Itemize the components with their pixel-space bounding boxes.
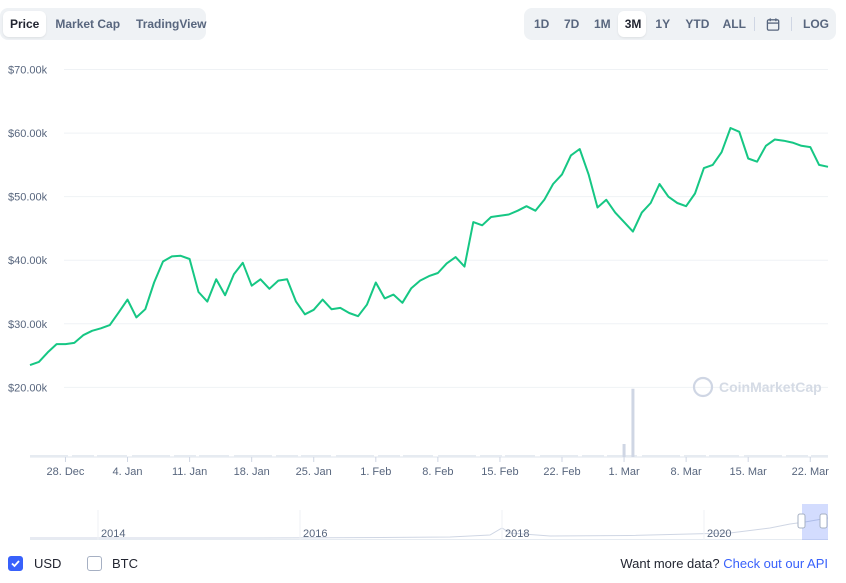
- check-icon: [11, 560, 20, 568]
- more-data-question: Want more data?: [620, 556, 720, 571]
- x-tick-label: 8. Mar: [671, 466, 703, 478]
- y-tick-label: $40.00k: [8, 255, 48, 267]
- nav-year-label: 2016: [303, 528, 327, 540]
- range-7d-button[interactable]: 7D: [557, 11, 585, 37]
- volume-bar: [631, 388, 635, 457]
- log-scale-button[interactable]: LOG: [796, 11, 833, 37]
- volume-bar: [622, 444, 626, 457]
- y-tick-label: $60.00k: [8, 128, 48, 140]
- nav-year-label: 2020: [707, 528, 731, 540]
- x-tick-label: 15. Feb: [481, 466, 518, 478]
- range-3m-button[interactable]: 3M: [617, 11, 647, 37]
- usd-label: USD: [34, 556, 62, 571]
- grid-lines: [64, 69, 828, 388]
- range-1d-button[interactable]: 1D: [527, 11, 555, 37]
- more-data-text: Want more data? Check out our API: [620, 556, 828, 571]
- range-divider: [754, 17, 756, 31]
- range-selector: 1D 7D 1M 3M 1Y YTD ALL LOG: [524, 8, 836, 40]
- footer: USD BTC Want more data? Check out our AP…: [0, 553, 846, 575]
- x-tick-label: 8. Feb: [422, 466, 453, 478]
- x-axis: 28. Dec 4. Jan 11. Jan 18. Jan 25. Jan 1. Feb…: [47, 457, 830, 478]
- tab-price[interactable]: Price: [3, 11, 47, 37]
- nav-year-label: 2018: [505, 528, 529, 540]
- x-tick-label: 1. Feb: [360, 466, 391, 478]
- range-ytd-button[interactable]: YTD: [678, 11, 713, 37]
- nav-year-label: 2014: [101, 528, 125, 540]
- x-tick-label: 28. Dec: [47, 466, 85, 478]
- range-all-button[interactable]: ALL: [716, 11, 751, 37]
- x-tick-label: 25. Jan: [296, 466, 332, 478]
- btc-label: BTC: [112, 556, 138, 571]
- price-chart: $20.00k $30.00k $40.00k $50.00k $60.00k $70.0…: [8, 65, 830, 478]
- x-tick-label: 1. Mar: [608, 466, 640, 478]
- usd-checkbox[interactable]: [8, 556, 23, 571]
- y-tick-label: $50.00k: [8, 192, 48, 204]
- range-navigator[interactable]: 2014 2016 2018 2020: [30, 504, 828, 540]
- range-1m-button[interactable]: 1M: [587, 11, 616, 37]
- api-link[interactable]: Check out our API: [723, 556, 828, 571]
- x-tick-label: 4. Jan: [113, 466, 143, 478]
- navigator-handle-right[interactable]: [819, 513, 828, 529]
- x-tick-label: 22. Mar: [792, 466, 830, 478]
- tab-market-cap[interactable]: Market Cap: [48, 11, 127, 37]
- y-tick-label: $20.00k: [8, 382, 48, 394]
- x-tick-label: 11. Jan: [172, 466, 207, 478]
- watermark-text: CoinMarketCap: [719, 379, 822, 395]
- range-1y-button[interactable]: 1Y: [648, 11, 676, 37]
- x-tick-label: 15. Mar: [730, 466, 768, 478]
- calendar-icon[interactable]: [759, 11, 787, 37]
- price-series: [29, 127, 829, 367]
- price-line: [29, 127, 829, 367]
- x-tick-label: 22. Feb: [543, 466, 580, 478]
- navigator-handle-left[interactable]: [797, 513, 806, 529]
- chart-type-tabs: Price Market Cap TradingView: [0, 8, 207, 40]
- btc-checkbox[interactable]: [87, 556, 102, 571]
- y-tick-label: $70.00k: [8, 65, 48, 77]
- y-axis: $20.00k $30.00k $40.00k $50.00k $60.00k $70.0…: [8, 65, 48, 395]
- y-tick-label: $30.00k: [8, 319, 48, 331]
- x-tick-label: 18. Jan: [234, 466, 270, 478]
- tab-tradingview[interactable]: TradingView: [129, 11, 213, 37]
- volume-bars: [30, 388, 828, 458]
- range-divider: [791, 17, 793, 31]
